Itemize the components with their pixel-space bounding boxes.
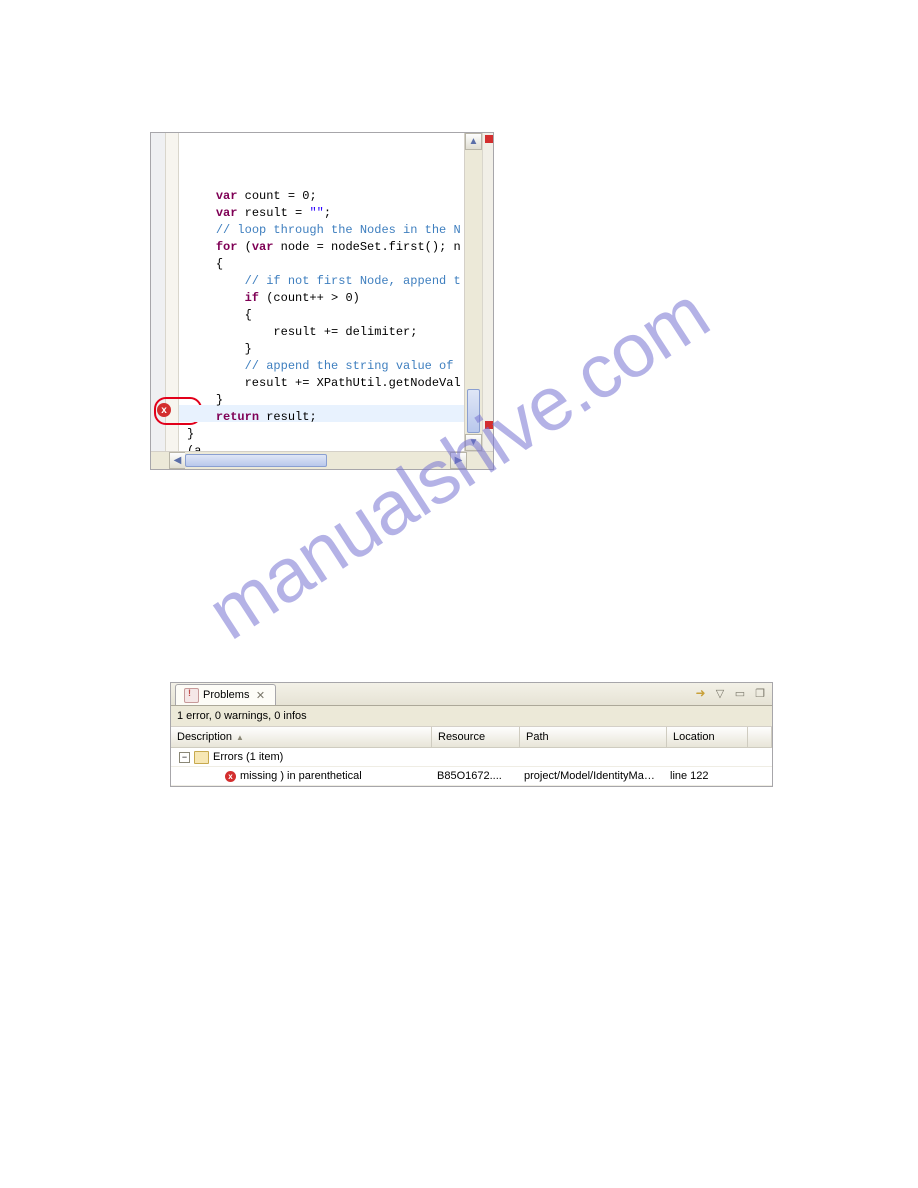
close-icon[interactable]: ✕ xyxy=(253,688,267,702)
error-resource: B85O1672.... xyxy=(431,770,518,782)
maximize-icon[interactable]: ❐ xyxy=(752,685,768,701)
error-location: line 122 xyxy=(664,770,744,782)
scroll-left-button[interactable]: ◀ xyxy=(169,452,186,469)
tab-label: Problems xyxy=(203,689,249,701)
code-line: { xyxy=(179,256,464,273)
code-line: } xyxy=(179,426,464,443)
tab-bar: Problems ✕ ➜ ▽ ▭ ❐ xyxy=(171,683,772,706)
table-group-row[interactable]: − Errors (1 item) xyxy=(171,748,772,767)
code-line: // if not first Node, append t xyxy=(179,273,464,290)
overview-ruler xyxy=(482,133,493,451)
overview-error-top-icon xyxy=(485,135,493,143)
problems-view: Problems ✕ ➜ ▽ ▭ ❐ 1 error, 0 warnings, … xyxy=(170,682,773,787)
problems-icon xyxy=(184,688,199,703)
view-toolbar: ➜ ▽ ▭ ❐ xyxy=(693,685,768,701)
column-resource[interactable]: Resource xyxy=(432,727,520,747)
filter-icon[interactable]: ➜ xyxy=(693,686,708,701)
error-group-icon xyxy=(194,751,209,764)
overview-error-marker-icon xyxy=(485,421,493,429)
error-description: missing ) in parenthetical xyxy=(240,770,362,782)
table-row[interactable]: x missing ) in parenthetical B85O1672...… xyxy=(171,767,772,786)
column-location[interactable]: Location xyxy=(667,727,748,747)
code-line: // loop through the Nodes in the N xyxy=(179,222,464,239)
code-line: var result = ""; xyxy=(179,205,464,222)
minimize-icon[interactable]: ▭ xyxy=(732,685,748,701)
group-label: Errors (1 item) xyxy=(213,751,283,763)
column-label: Description xyxy=(177,731,232,743)
code-line: if (count++ > 0) xyxy=(179,290,464,307)
vertical-scrollbar[interactable]: ▲ ▼ xyxy=(464,133,482,451)
code-line: result += XPathUtil.getNodeVal xyxy=(179,375,464,392)
scroll-down-button[interactable]: ▼ xyxy=(465,434,482,451)
editor-body: x var count = 0; var result = ""; // loo… xyxy=(151,133,493,451)
column-spacer xyxy=(748,727,772,747)
marker-gutter: x xyxy=(166,133,179,451)
tree-collapse-icon[interactable]: − xyxy=(179,752,190,763)
error-icon: x xyxy=(225,771,236,782)
code-line: result += delimiter; xyxy=(179,324,464,341)
table-header: Description ▲ Resource Path Location xyxy=(171,727,772,748)
code-line: } xyxy=(179,341,464,358)
code-line: // append the string value of xyxy=(179,358,464,375)
view-menu-icon[interactable]: ▽ xyxy=(712,685,728,701)
horizontal-scroll-track[interactable] xyxy=(185,452,476,469)
sort-asc-icon: ▲ xyxy=(236,733,244,742)
problems-status: 1 error, 0 warnings, 0 infos xyxy=(171,706,772,727)
code-editor: x var count = 0; var result = ""; // loo… xyxy=(150,132,494,470)
code-line: } xyxy=(179,392,464,409)
vertical-scroll-thumb[interactable] xyxy=(467,389,480,433)
scroll-up-button[interactable]: ▲ xyxy=(465,133,482,150)
error-path: project/Model/IdentityMan... xyxy=(518,770,664,782)
code-line: var count = 0; xyxy=(179,188,464,205)
problems-table: Description ▲ Resource Path Location − E… xyxy=(171,727,772,786)
code-line: for (var node = nodeSet.first(); n xyxy=(179,239,464,256)
code-line: (a xyxy=(179,443,464,451)
horizontal-scroll-thumb[interactable] xyxy=(185,454,327,467)
scroll-right-button[interactable]: ▶ xyxy=(450,452,467,469)
column-path[interactable]: Path xyxy=(520,727,667,747)
tab-problems[interactable]: Problems ✕ xyxy=(175,684,276,705)
column-description[interactable]: Description ▲ xyxy=(171,727,432,747)
code-line: return result; xyxy=(179,409,464,426)
horizontal-scrollbar[interactable]: ◀ ▶ xyxy=(151,451,493,469)
code-line: { xyxy=(179,307,464,324)
code-area[interactable]: var count = 0; var result = ""; // loop … xyxy=(179,133,464,451)
